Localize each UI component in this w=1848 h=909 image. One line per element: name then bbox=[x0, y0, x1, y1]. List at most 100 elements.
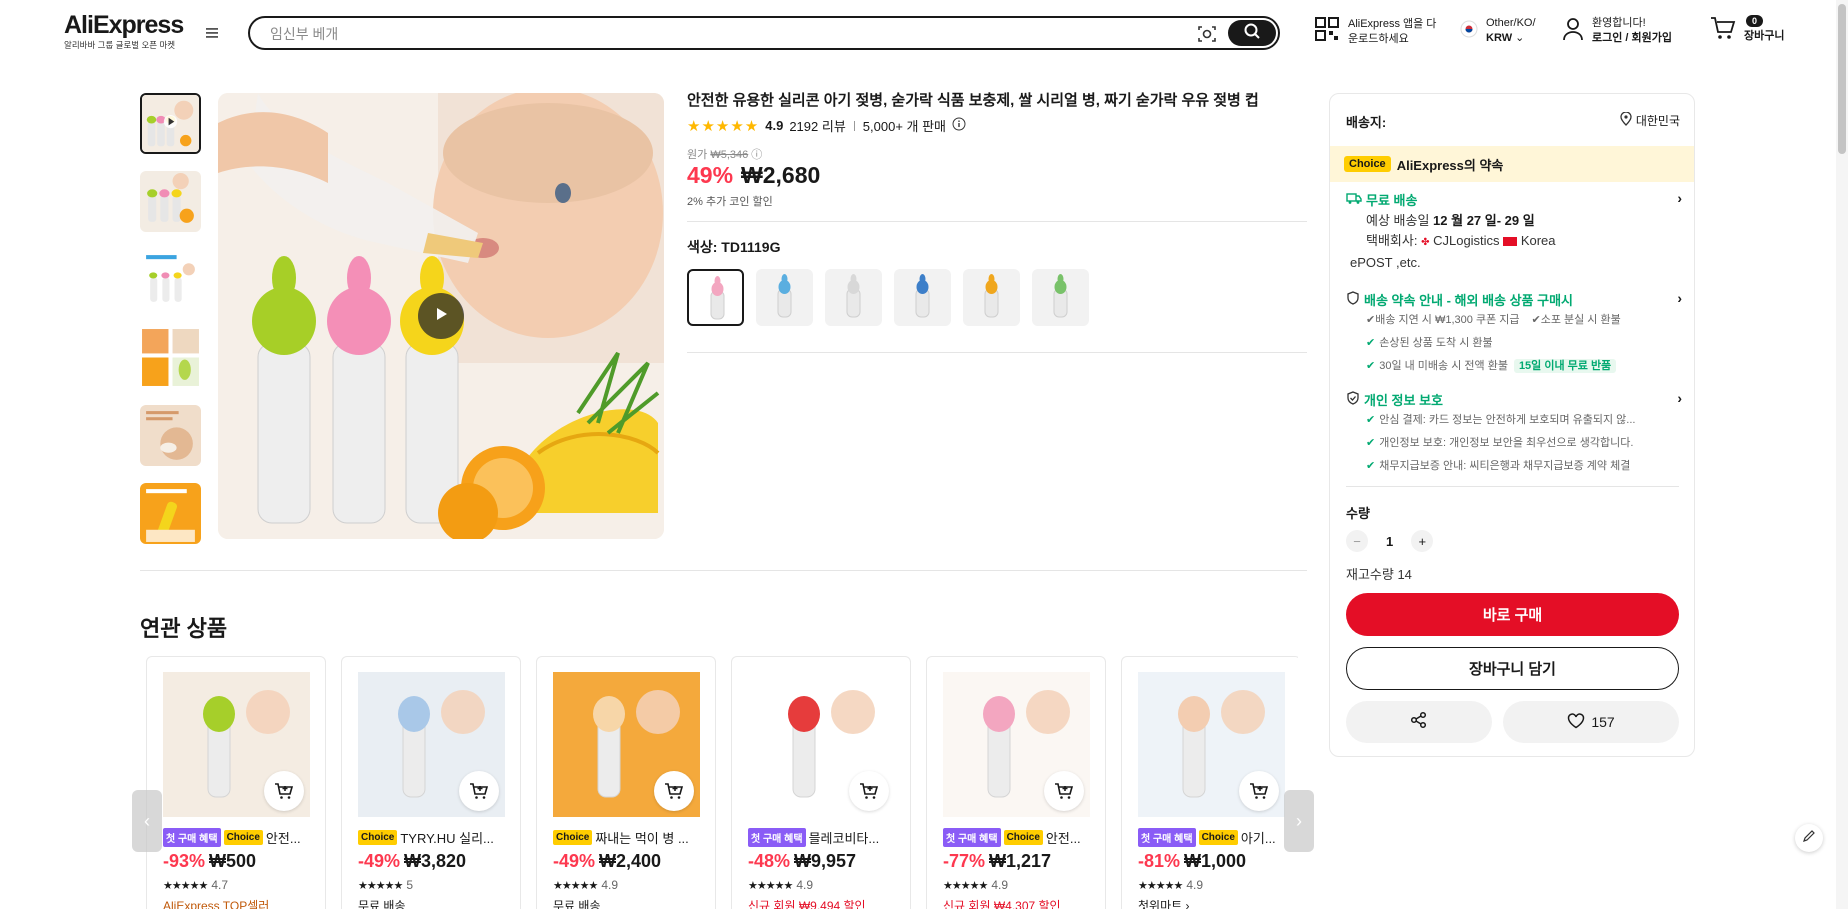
ship-destination[interactable]: 대한민국 bbox=[1620, 111, 1680, 129]
color-swatch[interactable] bbox=[756, 269, 813, 326]
price-value: ₩9,957 bbox=[794, 851, 857, 871]
related-product-name[interactable]: 첫 구매 혜택 Choice 안전... bbox=[163, 828, 318, 847]
increase-quantity-button[interactable]: + bbox=[1411, 530, 1434, 552]
thumbnail-video[interactable] bbox=[140, 93, 201, 154]
carrier-info-cont: ePOST ,etc. bbox=[1350, 255, 1421, 270]
related-product-card[interactable]: 첫 구매 혜택 Choice 안전... -93% ₩500 ★★★★★ 4.7 AliExp… bbox=[146, 656, 326, 909]
related-product-name[interactable]: 첫 구매 혜택 Choice 아기... bbox=[1138, 828, 1293, 847]
related-product-image[interactable] bbox=[943, 672, 1090, 817]
price-info-icon[interactable]: ⓘ bbox=[751, 149, 762, 161]
price-row: 49% ₩2,680 bbox=[687, 162, 820, 189]
add-to-cart-button[interactable]: 장바구니 담기 bbox=[1346, 647, 1679, 690]
carousel-next-button[interactable]: › bbox=[1284, 790, 1314, 852]
chevron-left-icon: ‹ bbox=[144, 810, 150, 831]
rating-row: ★★★★★ 4.9 2192 리뷰 5,000+ 개 판매 bbox=[687, 116, 966, 135]
thumbnail-4[interactable] bbox=[140, 327, 201, 388]
related-product-image[interactable] bbox=[358, 672, 505, 817]
related-product-image[interactable] bbox=[163, 672, 310, 817]
related-product-name[interactable]: 첫 구매 혜택 Choice 안전... bbox=[943, 828, 1098, 847]
menu-icon[interactable] bbox=[204, 26, 220, 40]
aliexpress-logo[interactable]: AliExpress 알리바바 그룹 글로벌 오픈 마켓 bbox=[64, 12, 184, 51]
color-swatch[interactable] bbox=[963, 269, 1020, 326]
carousel-prev-button[interactable]: ‹ bbox=[132, 790, 162, 852]
feedback-button[interactable] bbox=[1795, 824, 1823, 852]
related-product-card[interactable]: 첫 구매 혜택 믈레코비타... -48% ₩9,957 ★★★★★ 4.9 신규 회원 ₩… bbox=[731, 656, 911, 909]
buy-now-button[interactable]: 바로 구매 bbox=[1346, 593, 1679, 636]
related-product-image[interactable] bbox=[1138, 672, 1285, 817]
first-purchase-tag: 첫 구매 혜택 bbox=[943, 828, 1001, 847]
wishlist-button[interactable]: 157 bbox=[1503, 701, 1679, 743]
related-product-name[interactable]: 첫 구매 혜택 믈레코비타... bbox=[748, 828, 903, 847]
guarantee-row-3: ✔ 30일 내 미배송 시 전액 환불 15일 이내 무료 반품 bbox=[1366, 355, 1682, 378]
search-button[interactable] bbox=[1228, 20, 1276, 46]
related-product-name[interactable]: Choice TYRY.HU 실리... bbox=[358, 828, 513, 847]
review-count[interactable]: 2192 리뷰 bbox=[789, 116, 845, 135]
add-to-cart-icon-button[interactable] bbox=[264, 771, 304, 811]
choice-promise-bar: Choice AliExpress의 약속 bbox=[1330, 146, 1694, 182]
color-swatch[interactable] bbox=[825, 269, 882, 326]
thumbnail-3[interactable] bbox=[140, 249, 201, 310]
check-icon: ✔ bbox=[1366, 360, 1376, 372]
add-to-cart-icon-button[interactable] bbox=[1044, 771, 1084, 811]
thumbnail-5[interactable] bbox=[140, 405, 201, 466]
promise-title: AliExpress의 약속 bbox=[1396, 157, 1504, 173]
related-product-extra: 첫위마트 › bbox=[1138, 899, 1190, 909]
related-products-carousel: 첫 구매 혜택 Choice 안전... -93% ₩500 ★★★★★ 4.7 AliExp… bbox=[146, 656, 1298, 909]
add-to-cart-icon-button[interactable] bbox=[459, 771, 499, 811]
app-line-2: 운로드하세요 bbox=[1348, 32, 1409, 45]
welcome-text: 환영합니다! bbox=[1592, 17, 1646, 29]
rating-stars: ★★★★★ bbox=[748, 879, 793, 892]
ship-to-label: 배송지: bbox=[1346, 115, 1387, 130]
related-product-image[interactable] bbox=[553, 672, 700, 817]
info-icon[interactable] bbox=[952, 117, 966, 134]
related-product-card[interactable]: 첫 구매 혜택 Choice 아기... -81% ₩1,000 ★★★★★ 4.9 첫위마트… bbox=[1121, 656, 1298, 909]
main-product-image[interactable] bbox=[218, 93, 664, 539]
discount-percent: -49% bbox=[553, 851, 596, 871]
check-icon: ✔ bbox=[1531, 314, 1541, 326]
scrollbar-thumb[interactable] bbox=[1838, 4, 1846, 154]
account-menu[interactable]: 환영합니다! 로그인 / 회원가입 bbox=[1562, 16, 1672, 46]
first-purchase-tag: 첫 구매 혜택 bbox=[1138, 828, 1196, 847]
color-swatch[interactable] bbox=[687, 269, 744, 326]
cart-plus-icon bbox=[1250, 783, 1269, 799]
play-video-button[interactable] bbox=[418, 293, 464, 339]
related-product-card[interactable]: Choice TYRY.HU 실리... -49% ₩3,820 ★★★★★ 5 무료 배송 bbox=[341, 656, 521, 909]
quantity-value[interactable]: 1 bbox=[1386, 534, 1393, 549]
cart-label: 장바구니 bbox=[1744, 30, 1785, 42]
related-product-price: -93% ₩500 bbox=[163, 851, 256, 872]
related-product-card[interactable]: Choice 짜내는 먹이 병 ... -49% ₩2,400 ★★★★★ 4.9 무료 배… bbox=[536, 656, 716, 909]
add-to-cart-icon-button[interactable] bbox=[849, 771, 889, 811]
share-button[interactable] bbox=[1346, 701, 1492, 743]
thumbnail-6[interactable] bbox=[140, 483, 201, 544]
guarantee-section[interactable]: 배송 약속 안내 - 해외 배송 상품 구매시 › ✔배송 지연 시 ₩1,30… bbox=[1346, 290, 1682, 378]
free-return-tag: 15일 이내 무료 반품 bbox=[1513, 359, 1617, 373]
thumbnail-2[interactable] bbox=[140, 171, 201, 232]
choice-tag: Choice bbox=[358, 830, 398, 845]
play-icon bbox=[432, 305, 450, 328]
add-to-cart-icon-button[interactable] bbox=[1239, 771, 1279, 811]
login-signup-link[interactable]: 로그인 / 회원가입 bbox=[1592, 32, 1672, 44]
purchase-panel: 배송지: 대한민국 Choice AliExpress의 약속 무료 배송 › … bbox=[1329, 93, 1695, 757]
decrease-quantity-button[interactable]: − bbox=[1346, 530, 1368, 552]
add-to-cart-icon-button[interactable] bbox=[654, 771, 694, 811]
privacy-section[interactable]: 개인 정보 보호 › ✔ 안심 결제: 카드 정보는 안전하게 보호되며 유출되지… bbox=[1346, 390, 1682, 478]
price-value: ₩1,000 bbox=[1184, 851, 1247, 871]
choice-tag: Choice bbox=[223, 830, 263, 845]
language-currency-selector[interactable]: Other/KO/KRW ⌄ bbox=[1460, 16, 1536, 46]
related-products-title: 연관 상품 bbox=[140, 616, 228, 641]
color-swatch[interactable] bbox=[894, 269, 951, 326]
related-product-extra: 신규 회원 ₩9,494 할인 bbox=[748, 899, 866, 909]
price-value: ₩3,820 bbox=[404, 851, 467, 871]
page-scrollbar[interactable] bbox=[1836, 0, 1848, 909]
app-download-link[interactable]: AliExpress 앱을 다 운로드하세요 bbox=[1314, 16, 1436, 47]
location-pin-icon bbox=[1620, 111, 1632, 129]
color-swatch[interactable] bbox=[1032, 269, 1089, 326]
related-product-image[interactable] bbox=[748, 672, 895, 817]
bottle-icon bbox=[1053, 274, 1068, 318]
camera-search-icon[interactable] bbox=[1196, 23, 1218, 45]
search-input[interactable] bbox=[270, 21, 1170, 47]
shipping-section[interactable]: 무료 배송 › 예상 배송일 12 월 27 일- 29 일 택배회사: ✤ C… bbox=[1346, 190, 1682, 273]
related-product-card[interactable]: 첫 구매 혜택 Choice 안전... -77% ₩1,217 ★★★★★ 4.9 신규 회… bbox=[926, 656, 1106, 909]
korea-flag-icon bbox=[1460, 20, 1478, 43]
related-product-name[interactable]: Choice 짜내는 먹이 병 ... bbox=[553, 828, 708, 847]
